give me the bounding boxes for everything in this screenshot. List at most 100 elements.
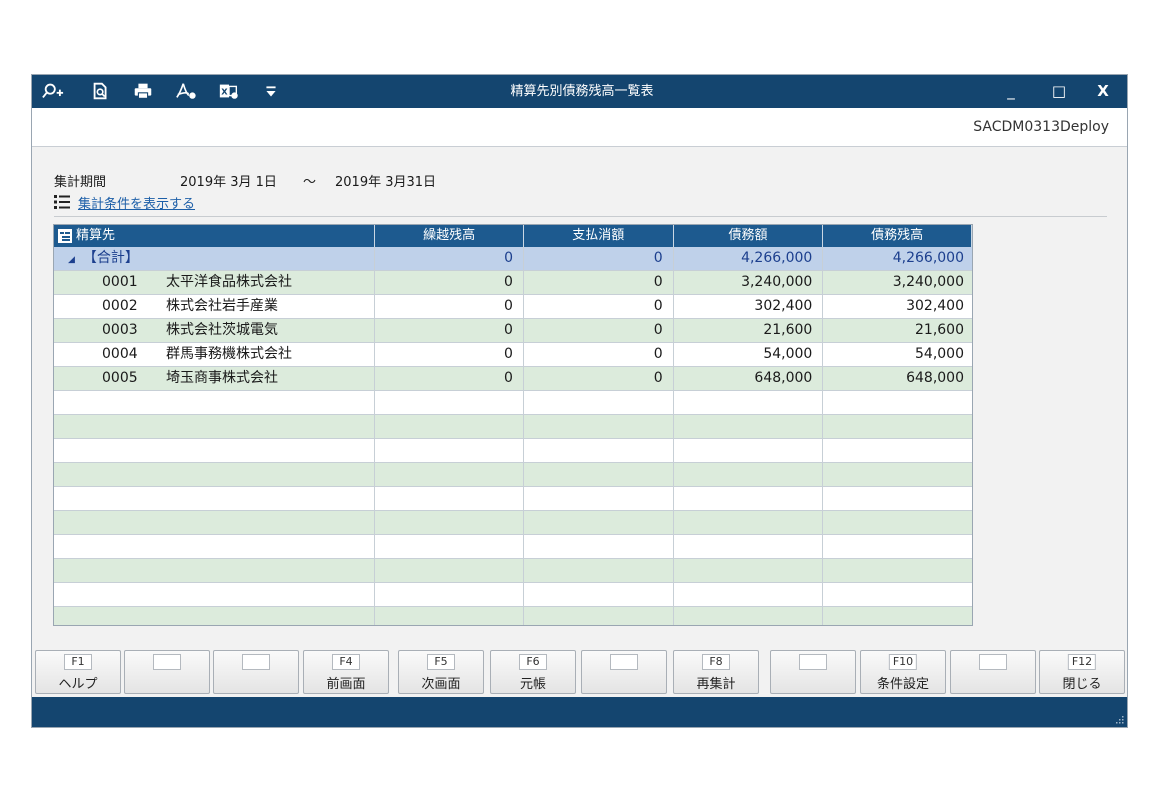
dropdown-icon[interactable] (258, 80, 284, 102)
payee-cell: 0005 埼玉商事株式会社 (54, 367, 376, 391)
fkey-label: 閉じる (1062, 677, 1102, 692)
fkey-number (799, 654, 827, 670)
fkey-number (610, 654, 638, 670)
f11-button[interactable] (950, 650, 1036, 694)
carryover-cell: 0 (375, 343, 524, 367)
f5-next-screen-button[interactable]: F5 次画面 (398, 650, 484, 694)
period-to: 2019年 3月31日 (335, 175, 437, 190)
carryover-cell: 0 (375, 319, 524, 343)
f7-button[interactable] (581, 650, 667, 694)
f2-button[interactable] (124, 650, 210, 694)
payment-cell: 0 (523, 271, 674, 295)
balance-cell: 3,240,000 (823, 271, 972, 295)
payee-cell: 0004 群馬事務機株式会社 (54, 343, 376, 367)
debt-cell: 54,000 (673, 343, 824, 367)
preview-icon[interactable] (88, 80, 114, 102)
fkey-number: F1 (64, 654, 92, 670)
fkey-label: 次画面 (421, 677, 461, 692)
f3-button[interactable] (213, 650, 299, 694)
empty-row (54, 415, 972, 439)
fkey-number: F5 (427, 654, 455, 670)
payee-name: 埼玉商事株式会社 (166, 370, 278, 386)
table-row[interactable]: 0002 株式会社岩手産業 0 0 302,400 302,400 (54, 295, 972, 319)
table-row[interactable]: 0003 株式会社茨城電気 0 0 21,600 21,600 (54, 319, 972, 343)
show-conditions-link[interactable]: 集計条件を表示する (78, 193, 195, 212)
payment-cell: 0 (523, 295, 674, 319)
header-carryover[interactable]: 繰越残高 (375, 225, 524, 247)
f9-button[interactable] (770, 650, 856, 694)
payee-code: 0004 (102, 346, 138, 362)
fkey-label: 条件設定 (876, 677, 929, 692)
period-label: 集計期間 (54, 175, 107, 190)
print-icon[interactable] (130, 80, 156, 102)
zoom-in-icon[interactable] (40, 80, 66, 102)
payee-code: 0003 (102, 322, 138, 338)
payee-name: 太平洋食品株式会社 (166, 274, 292, 290)
fkey-number: F4 (332, 654, 360, 670)
minimize-button[interactable]: _ (991, 75, 1031, 108)
grid-header: 精算先 繰越残高 支払消額 債務額 債務残高 (54, 225, 972, 247)
fkey-number (242, 654, 270, 670)
total-label-cell: ◢ 【合計】 (54, 247, 376, 271)
header-balance[interactable]: 債務残高 (823, 225, 972, 247)
total-payment: 0 (523, 247, 674, 271)
empty-row (54, 607, 972, 625)
maximize-button[interactable]: □ (1039, 75, 1079, 108)
empty-row (54, 583, 972, 607)
svg-text:X: X (221, 87, 228, 97)
table-row[interactable]: 0004 群馬事務機株式会社 0 0 54,000 54,000 (54, 343, 972, 367)
payee-name: 群馬事務機株式会社 (166, 346, 292, 362)
list-icon (54, 195, 70, 209)
conditions-toggle[interactable]: 集計条件を表示する (54, 193, 195, 212)
fkey-number (153, 654, 181, 670)
title-bar: X 精算先別債務残高一覧表 _ □ X (32, 75, 1127, 108)
f12-close-button[interactable]: F12 閉じる (1039, 650, 1125, 694)
f10-conditions-button[interactable]: F10 条件設定 (860, 650, 946, 694)
fkey-label: 元帳 (519, 677, 546, 692)
f1-help-button[interactable]: F1 ヘルプ (35, 650, 121, 694)
header-payee[interactable]: 精算先 (54, 225, 376, 247)
empty-row (54, 487, 972, 511)
total-balance: 4,266,000 (823, 247, 972, 271)
fkey-number (979, 654, 1007, 670)
header-payment[interactable]: 支払消額 (524, 225, 674, 247)
table-row[interactable]: 0005 埼玉商事株式会社 0 0 648,000 648,000 (54, 367, 972, 391)
fkey-number: F12 (1067, 654, 1097, 670)
resize-grip-icon[interactable] (1114, 714, 1124, 724)
collapse-triangle-icon[interactable]: ◢ (68, 255, 75, 265)
carryover-cell: 0 (375, 367, 524, 391)
empty-row (54, 511, 972, 535)
payee-cell: 0002 株式会社岩手産業 (54, 295, 376, 319)
f6-ledger-button[interactable]: F6 元帳 (490, 650, 576, 694)
empty-row (54, 535, 972, 559)
balance-cell: 648,000 (823, 367, 972, 391)
divider (54, 216, 1107, 217)
tree-toggle-icon (58, 229, 72, 243)
program-id: SACDM0313Deploy (973, 119, 1109, 135)
fkey-label: ヘルプ (58, 677, 98, 692)
total-carryover: 0 (375, 247, 524, 271)
header-debt[interactable]: 債務額 (674, 225, 824, 247)
balance-cell: 21,600 (823, 319, 972, 343)
empty-row (54, 463, 972, 487)
balance-grid: 精算先 繰越残高 支払消額 債務額 債務残高 ◢ 【合計】 0 0 4,266,0… (53, 224, 973, 626)
function-key-bar: F1 ヘルプ F4 前画面 F5 次画面 F6 元帳 F8 再集計 F10 条件設定 F12… (32, 650, 1127, 697)
f8-recalculate-button[interactable]: F8 再集計 (673, 650, 759, 694)
payee-name: 株式会社茨城電気 (166, 322, 278, 338)
payee-code: 0005 (102, 370, 138, 386)
period-separator: ～ (303, 175, 317, 190)
carryover-cell: 0 (375, 271, 524, 295)
f4-previous-screen-button[interactable]: F4 前画面 (303, 650, 389, 694)
period-from: 2019年 3月 1日 (180, 175, 277, 190)
payee-code: 0001 (102, 274, 138, 290)
pdf-icon[interactable] (173, 80, 199, 102)
payment-cell: 0 (523, 319, 674, 343)
close-button[interactable]: X (1083, 75, 1123, 108)
debt-cell: 21,600 (673, 319, 824, 343)
excel-icon[interactable]: X (216, 80, 242, 102)
report-window: X 精算先別債務残高一覧表 _ □ X SACDM0313Deploy 集計期間… (31, 74, 1128, 728)
balance-cell: 302,400 (823, 295, 972, 319)
total-row[interactable]: ◢ 【合計】 0 0 4,266,000 4,266,000 (54, 247, 972, 271)
carryover-cell: 0 (375, 295, 524, 319)
table-row[interactable]: 0001 太平洋食品株式会社 0 0 3,240,000 3,240,000 (54, 271, 972, 295)
